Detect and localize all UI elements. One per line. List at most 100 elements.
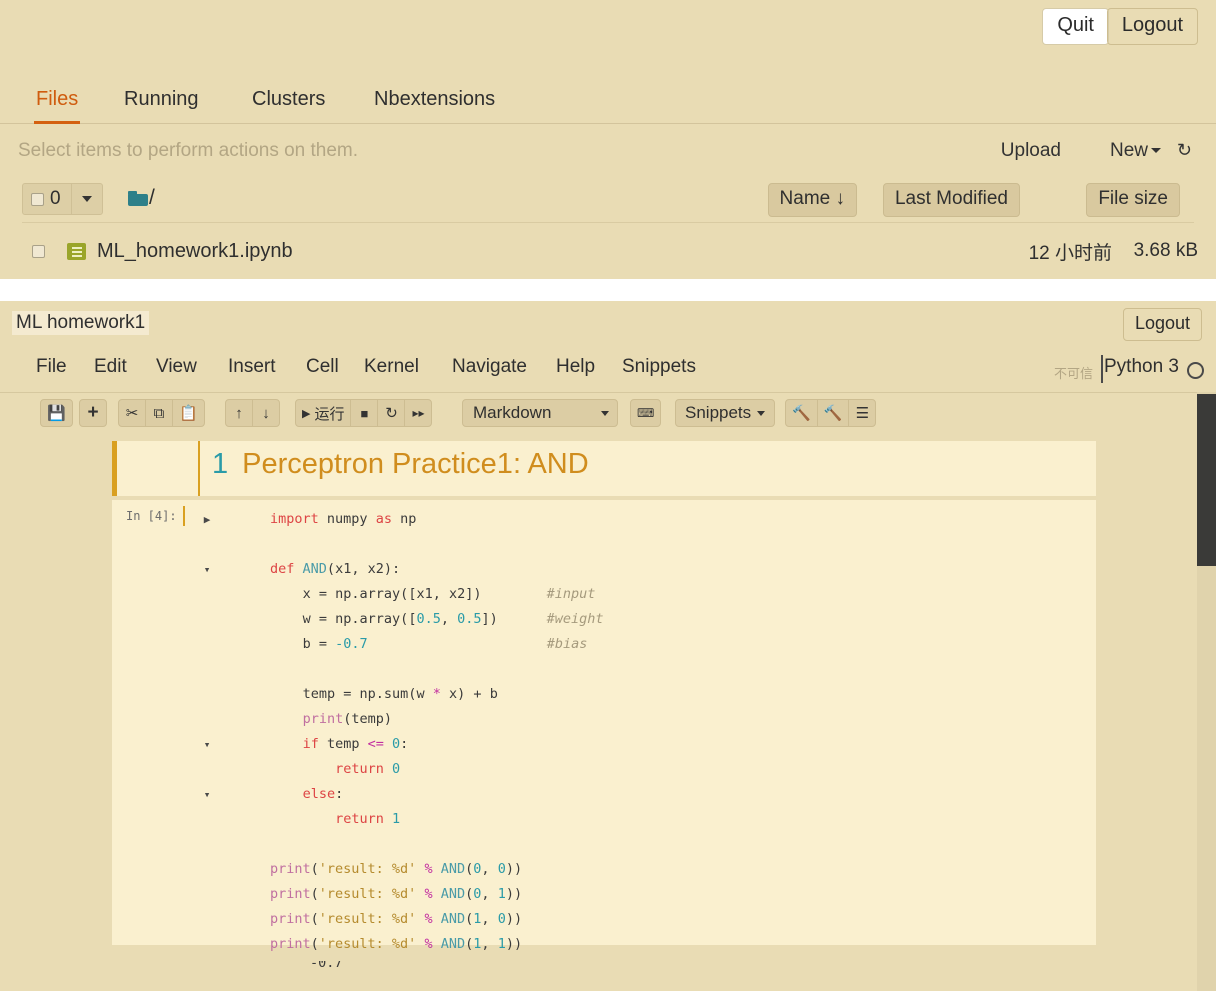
notebook-icon [67, 242, 86, 260]
code-line: temp = np.sum(w * x) + b [302, 686, 498, 702]
restart-icon[interactable]: ↻ [377, 399, 406, 427]
kernel-idle-icon [1187, 362, 1204, 379]
arrow-up-icon[interactable]: ↑ [225, 399, 253, 427]
tab-running[interactable]: Running [122, 84, 201, 121]
select-all-checkbox[interactable] [31, 192, 44, 206]
code-fold-marker[interactable]: ▶ [200, 507, 214, 532]
code-line: print(temp) [302, 711, 392, 727]
trust-status[interactable]: 不可信 [1054, 363, 1093, 382]
logout-button[interactable]: Logout [1106, 8, 1198, 45]
sort-by-modified-button[interactable]: Last Modified [882, 183, 1020, 217]
copy-icon[interactable]: ⧉ [145, 399, 173, 427]
file-size: 3.68 kB [1133, 240, 1198, 261]
menu-edit[interactable]: Edit [94, 356, 127, 378]
code-line: ▾ else: [200, 782, 1088, 807]
tree-tabs: Files Running Clusters Nbextensions [0, 84, 1216, 124]
code-fold-marker[interactable]: ▾ [200, 782, 214, 807]
tree-action-row: Select items to perform actions on them.… [0, 138, 1216, 174]
notebook-menubar: File Edit View Insert Cell Kernel Naviga… [0, 353, 1216, 393]
code-cell[interactable]: In [4]: ▶ import numpy as np ▾ def AND(x1,… [112, 500, 1096, 952]
snippets-label: Snippets [685, 403, 752, 422]
breadcrumb[interactable]: / [128, 186, 155, 210]
code-line: return 0 [335, 761, 401, 777]
quit-button[interactable]: Quit [1042, 8, 1109, 45]
cell-cursor [183, 506, 185, 526]
scissors-icon[interactable]: ✂ [118, 399, 146, 427]
breadcrumb-root: / [149, 186, 155, 209]
code-line: print('result: %d' % AND(0, 0)) [270, 861, 523, 877]
tab-files[interactable]: Files [34, 84, 81, 124]
cell-type-select[interactable]: Markdown [462, 399, 618, 427]
notebook-window: ML homework1 Logout File Edit View Inser… [0, 301, 1216, 991]
notebook-canvas: 1 Perceptron Practice1: AND In [4]: ▶ impo… [112, 441, 1096, 961]
chevron-down-icon [1151, 148, 1161, 154]
sort-by-filesize-button[interactable]: File size [1086, 183, 1180, 217]
tab-nbextensions[interactable]: Nbextensions [372, 84, 497, 121]
table-row[interactable]: ML_homework1.ipynb 12 小时前 3.68 kB [0, 231, 1216, 271]
hammer-icon[interactable]: 🔨 [785, 399, 818, 427]
menu-help[interactable]: Help [556, 356, 595, 378]
tree-header: Quit Logout [0, 0, 1216, 62]
code-line: print('result: %d' % AND(0, 1)) [270, 886, 523, 902]
tree-toolbar: 0 / Name ↓ Last Modified File size [0, 183, 1216, 221]
menu-snippets[interactable]: Snippets [622, 356, 696, 378]
select-items-note: Select items to perform actions on them. [18, 140, 359, 161]
sort-by-name-button[interactable]: Name ↓ [767, 183, 857, 217]
menu-kernel[interactable]: Kernel [364, 356, 419, 378]
select-all-group: 0 [22, 183, 103, 215]
upload-button[interactable]: Upload [1001, 140, 1061, 162]
scrollbar-thumb[interactable] [1197, 394, 1216, 566]
file-browser-window: Quit Logout Files Running Clusters Nbext… [0, 0, 1216, 279]
page-title: 1 Perceptron Practice1: AND [212, 448, 589, 481]
tab-clusters[interactable]: Clusters [250, 84, 327, 121]
cell-output: -0.7 [112, 961, 1096, 991]
menu-insert[interactable]: Insert [228, 356, 276, 378]
list-icon[interactable]: ☰ [848, 399, 877, 427]
file-checkbox[interactable] [32, 244, 45, 258]
save-icon[interactable]: 💾 [40, 399, 73, 427]
logout-button[interactable]: Logout [1122, 308, 1202, 341]
code-fold-marker[interactable]: ▾ [200, 557, 214, 582]
menu-view[interactable]: View [156, 356, 197, 378]
paste-icon[interactable]: 📋 [172, 399, 205, 427]
window-separator [0, 279, 1216, 301]
arrow-down-icon: ↓ [835, 188, 846, 209]
code-line: w = np.array([0.5, 0.5]) #weight [302, 611, 604, 627]
menu-navigate[interactable]: Navigate [452, 356, 527, 378]
code-line: ▶ import numpy as np [200, 507, 1088, 532]
cell-type-value: Markdown [473, 403, 552, 422]
folder-icon [128, 190, 148, 206]
keyboard-icon[interactable]: ⌨ [630, 399, 662, 427]
selected-count: 0 [50, 188, 61, 209]
menu-cell[interactable]: Cell [306, 356, 339, 378]
code-cell-prompt: In [4]: [126, 509, 177, 523]
new-dropdown[interactable]: New [1110, 140, 1161, 162]
refresh-icon[interactable]: ↻ [1177, 140, 1192, 161]
code-line: print('result: %d' % AND(1, 1)) [270, 936, 523, 952]
notebook-title[interactable]: ML homework1 [12, 311, 150, 335]
arrow-down-icon[interactable]: ↓ [252, 399, 280, 427]
code-editor[interactable]: ▶ import numpy as np ▾ def AND(x1, x2): x … [200, 507, 1088, 957]
select-all-dropdown[interactable] [70, 184, 102, 214]
menu-file[interactable]: File [36, 356, 67, 378]
divider [1101, 355, 1103, 383]
file-name-link[interactable]: ML_homework1.ipynb [97, 240, 293, 263]
notebook-toolbar: 💾 + ✂ ⧉ 📋 ↑ ↓ ▶ 运行 ■ ↻ ▸▸ Markdown ⌨ Sni… [0, 399, 1216, 439]
snippets-dropdown[interactable]: Snippets [675, 399, 776, 427]
code-line: b = -0.7 #bias [302, 636, 588, 652]
cell-prompt-area [117, 441, 200, 496]
heading-number: 1 [212, 448, 229, 480]
code-line: return 1 [335, 811, 401, 827]
heading-text: Perceptron Practice1: AND [242, 448, 589, 480]
list-divider [22, 222, 1194, 223]
chevron-down-icon [757, 410, 766, 416]
fast-forward-icon[interactable]: ▸▸ [404, 399, 433, 427]
plus-icon[interactable]: + [79, 399, 107, 427]
hammer-icon[interactable]: 🔨 [816, 399, 850, 427]
new-dropdown-label: New [1109, 140, 1148, 161]
run-cell-button[interactable]: ▶ 运行 [295, 399, 352, 427]
stop-square-icon[interactable]: ■ [350, 399, 379, 427]
code-fold-marker[interactable]: ▾ [200, 732, 214, 757]
markdown-cell[interactable]: 1 Perceptron Practice1: AND [112, 441, 1096, 496]
